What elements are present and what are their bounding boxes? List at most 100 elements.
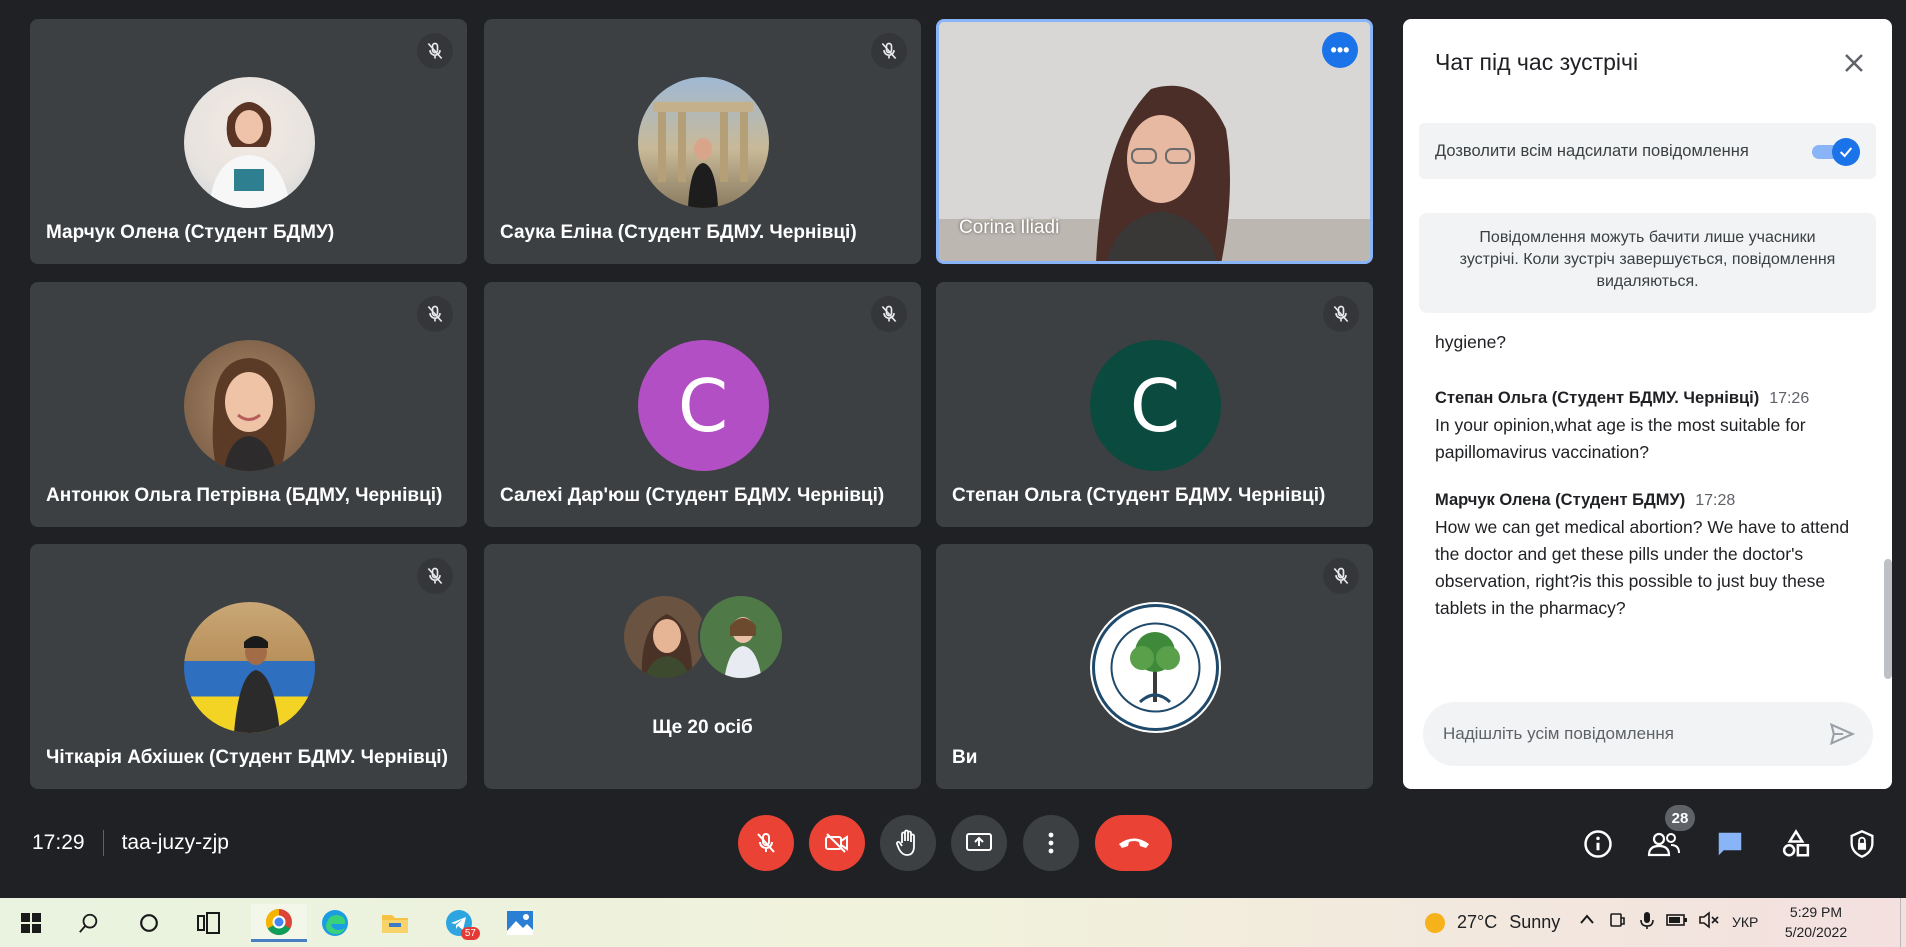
people-icon xyxy=(1647,832,1680,857)
activities-icon xyxy=(1782,829,1810,857)
participant-tile-active-speaker[interactable]: ••• Corina Iliadi xyxy=(936,19,1373,264)
clock-time: 5:29 PM xyxy=(1789,904,1843,920)
file-explorer-taskbar-item[interactable] xyxy=(372,904,418,942)
participant-tile[interactable]: Марчук Олена (Студент БДМУ) xyxy=(30,19,467,264)
activities-button[interactable] xyxy=(1774,822,1818,866)
meeting-code: taa-juzy-zjp xyxy=(121,831,229,854)
participant-name: Чіткарія Абхішек (Студент БДМУ. Чернівці… xyxy=(46,747,448,768)
participant-tile[interactable]: Саука Еліна (Студент БДМУ. Чернівці) xyxy=(484,19,921,264)
message-sender: Марчук Олена (Студент БДМУ) xyxy=(1435,491,1686,509)
participant-tile[interactable]: C Салехі Дар'юш (Студент БДМУ. Чернівці) xyxy=(484,282,921,527)
clock-date: 5/20/2022 xyxy=(1784,924,1848,940)
task-view-button[interactable] xyxy=(186,904,232,942)
chat-title: Чат під час зустрічі xyxy=(1435,49,1639,75)
more-options-button[interactable]: ••• xyxy=(1322,32,1358,68)
allow-messages-toggle[interactable] xyxy=(1812,138,1860,166)
volume-muted-icon xyxy=(1699,911,1719,929)
participant-name: Марчук Олена (Студент БДМУ) xyxy=(46,222,335,243)
raise-hand-button[interactable] xyxy=(880,815,936,871)
battery-tray-icon[interactable] xyxy=(1666,911,1688,934)
toggle-mic-button[interactable] xyxy=(738,815,794,871)
participant-name: Салехі Дар'юш (Студент БДМУ. Чернівці) xyxy=(500,485,885,506)
windows-logo-icon xyxy=(21,913,41,933)
photos-taskbar-item[interactable] xyxy=(497,904,543,942)
show-hidden-icons[interactable] xyxy=(1578,911,1596,934)
chat-messages: hygiene? Степан Ольга (Студент БДМУ. Чер… xyxy=(1435,329,1855,638)
self-tile[interactable]: Ви xyxy=(936,544,1373,789)
chat-input-container xyxy=(1423,702,1873,766)
more-options-button[interactable] xyxy=(1023,815,1079,871)
participant-name: Саука Еліна (Студент БДМУ. Чернівці) xyxy=(500,222,857,243)
avatar xyxy=(622,594,708,680)
input-language-indicator[interactable]: УКР xyxy=(1732,914,1758,930)
message-text: hygiene? xyxy=(1435,332,1507,352)
device-tray-icon[interactable] xyxy=(1608,911,1626,934)
avatar xyxy=(698,594,784,680)
mic-off-icon xyxy=(871,296,907,332)
hang-up-icon xyxy=(1118,838,1149,848)
participant-tile[interactable]: C Степан Ольга (Студент БДМУ. Чернівці) xyxy=(936,282,1373,527)
avatar-letter: C xyxy=(637,340,769,471)
info-icon xyxy=(1584,830,1612,858)
taskbar-clock[interactable]: 5:29 PM 5/20/2022 xyxy=(1776,902,1856,942)
message-text: In your opinion,what age is the most sui… xyxy=(1435,415,1806,462)
start-button[interactable] xyxy=(8,904,54,942)
weather-widget[interactable]: 27°C Sunny xyxy=(1425,912,1560,933)
message-sender: Степан Ольга (Студент БДМУ. Чернівці) xyxy=(1435,389,1760,407)
hand-icon xyxy=(896,829,915,856)
more-participants-label: Ще 20 осіб xyxy=(652,717,753,738)
participant-tile[interactable]: Чіткарія Абхішек (Студент БДМУ. Чернівці… xyxy=(30,544,467,789)
meeting-details-button[interactable] xyxy=(1576,822,1620,866)
edge-icon xyxy=(322,910,348,936)
chrome-taskbar-item[interactable] xyxy=(251,904,307,942)
folder-icon xyxy=(382,915,408,933)
tablet-icon xyxy=(1610,913,1625,927)
check-icon xyxy=(1839,147,1853,158)
sun-icon xyxy=(1425,912,1445,933)
chat-icon xyxy=(1718,832,1742,856)
host-controls-button[interactable] xyxy=(1840,822,1884,866)
cortana-button[interactable] xyxy=(126,904,172,942)
more-participants-tile[interactable]: Ще 20 осіб xyxy=(484,544,921,789)
chat-info-notice: Повідомлення можуть бачити лише учасники… xyxy=(1419,213,1876,313)
participant-name: Антонюк Ольга Петрівна (БДМУ, Чернівці) xyxy=(46,485,443,506)
avatar-letter: C xyxy=(1089,340,1221,471)
participant-name: Ви xyxy=(952,747,978,768)
search-button[interactable] xyxy=(66,904,112,942)
weather-condition: Sunny xyxy=(1509,912,1561,932)
avatar xyxy=(637,77,769,208)
participant-tile[interactable]: Антонюк Ольга Петрівна (БДМУ, Чернівці) xyxy=(30,282,467,527)
microphone-icon xyxy=(1640,912,1654,929)
microphone-tray-icon[interactable] xyxy=(1638,911,1656,934)
participant-name: Степан Ольга (Студент БДМУ. Чернівці) xyxy=(952,485,1326,506)
chat-panel: Чат під час зустрічі Дозволити всім надс… xyxy=(1403,19,1892,789)
edge-taskbar-item[interactable] xyxy=(312,904,358,942)
volume-tray-icon[interactable] xyxy=(1698,911,1720,934)
chat-scrollbar[interactable] xyxy=(1884,559,1892,679)
message-time: 17:28 xyxy=(1695,492,1736,509)
allow-messages-label: Дозволити всім надсилати повідомлення xyxy=(1435,142,1749,160)
avatar xyxy=(183,340,315,471)
participant-name: Corina Iliadi xyxy=(959,217,1060,238)
message-text: How we can get medical abortion? We have… xyxy=(1435,517,1850,618)
shield-lock-icon xyxy=(1850,830,1874,858)
chat-button[interactable] xyxy=(1708,822,1752,866)
search-icon xyxy=(79,913,98,933)
mic-off-icon xyxy=(1323,558,1359,594)
cortana-icon xyxy=(140,914,158,932)
chat-message-input[interactable] xyxy=(1443,702,1813,766)
present-screen-button[interactable] xyxy=(951,815,1007,871)
telegram-unread-badge: 57 xyxy=(460,927,480,940)
toggle-camera-button[interactable] xyxy=(809,815,865,871)
mic-off-icon xyxy=(1323,296,1359,332)
chrome-icon xyxy=(265,908,292,935)
leave-call-button[interactable] xyxy=(1095,815,1172,871)
show-desktop-button[interactable] xyxy=(1900,898,1906,947)
telegram-taskbar-item[interactable]: 57 xyxy=(436,904,482,942)
send-icon[interactable] xyxy=(1827,720,1857,748)
chat-message: Степан Ольга (Студент БДМУ. Чернівці) 17:… xyxy=(1435,384,1855,466)
chat-message: Марчук Олена (Студент БДМУ) 17:28 How we … xyxy=(1435,486,1855,622)
allow-messages-row: Дозволити всім надсилати повідомлення xyxy=(1419,123,1876,179)
meeting-time: 17:29 xyxy=(32,831,85,854)
close-chat-button[interactable] xyxy=(1834,43,1874,83)
